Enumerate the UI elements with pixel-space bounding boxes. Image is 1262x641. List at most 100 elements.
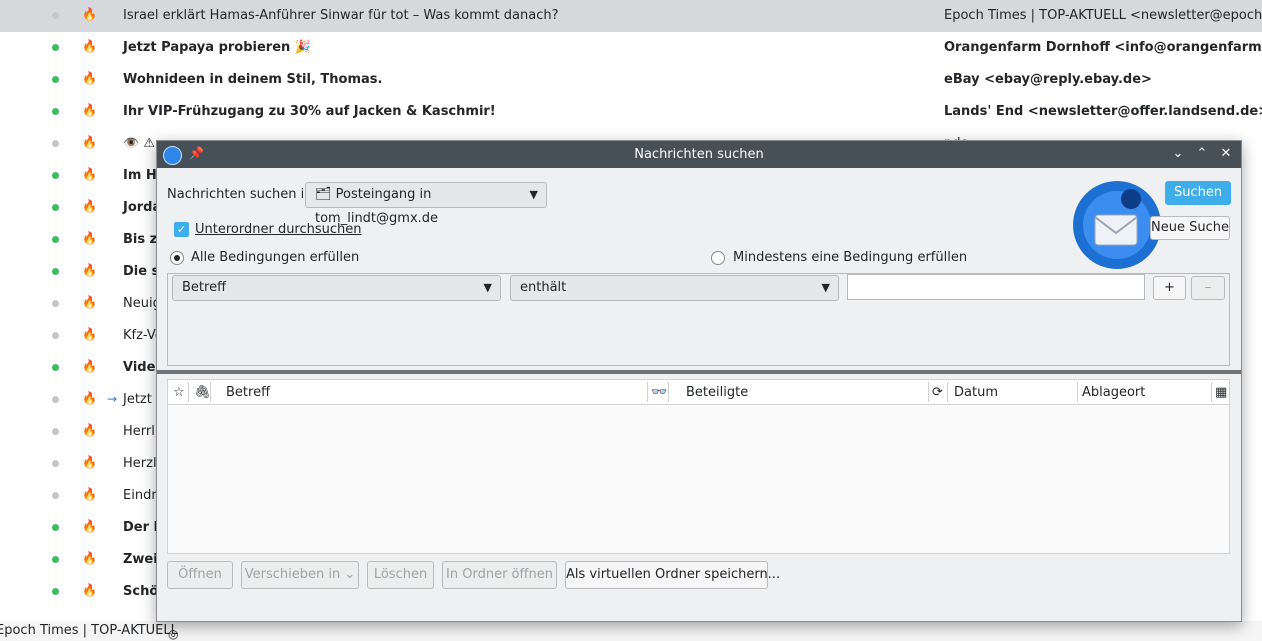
match-any-label[interactable]: Mindestens eine Bedingung erfüllen — [733, 250, 967, 265]
junk-icon[interactable]: 🔥 — [82, 7, 97, 23]
message-subject: Schö — [123, 584, 159, 599]
column-location[interactable]: Ablageort — [1082, 385, 1145, 400]
message-row[interactable]: 🔥 Wohnideen in deinem Stil, Thomas. eBay <… — [0, 64, 1262, 96]
message-sender: Lands' End <newsletter@offer.landsend.de… — [944, 104, 1262, 119]
junk-icon[interactable]: 🔥 — [82, 423, 97, 439]
read-status-dot[interactable] — [52, 460, 59, 467]
junk-icon[interactable]: 🔥 — [82, 135, 97, 151]
column-separator — [188, 382, 189, 402]
search-in-select[interactable]: 🗂 Posteingang in tom_lindt@gmx.de ▼ — [305, 182, 547, 226]
new-search-button[interactable]: Neue Suche — [1150, 216, 1230, 240]
message-subject: Im H — [123, 168, 157, 183]
read-status-dot[interactable] — [52, 44, 59, 51]
remove-condition-button[interactable]: – — [1191, 276, 1225, 300]
junk-icon[interactable]: 🔥 — [82, 39, 97, 55]
junk-icon[interactable]: 🔥 — [82, 295, 97, 311]
condition-value-input[interactable] — [847, 274, 1145, 300]
read-status-dot[interactable] — [52, 492, 59, 499]
read-status-dot[interactable] — [52, 204, 59, 211]
move-to-button[interactable]: Verschieben in ⌄ — [241, 561, 359, 589]
junk-icon[interactable]: 🔥 — [82, 327, 97, 343]
column-separator — [647, 382, 648, 402]
message-subject: Eindr — [123, 488, 157, 503]
condition-operator-select[interactable]: enthält ▼ — [510, 275, 839, 301]
junk-icon[interactable]: 🔥 — [82, 263, 97, 279]
chevron-down-icon: ▼ — [483, 281, 492, 294]
status-bar: Epoch Times | TOP-AKTUELL ◎ — [0, 621, 1262, 641]
read-status-dot[interactable] — [52, 364, 59, 371]
read-status-dot[interactable] — [52, 236, 59, 243]
message-subject: Die s — [123, 264, 160, 279]
read-status-dot[interactable] — [52, 108, 59, 115]
read-status-dot[interactable] — [52, 172, 59, 179]
junk-icon[interactable]: 🔥 — [82, 103, 97, 119]
read-status-dot[interactable] — [52, 268, 59, 275]
junk-icon[interactable]: 🔥 — [82, 231, 97, 247]
close-icon[interactable]: ✕ — [1216, 144, 1236, 164]
condition-operator-value: enthält — [520, 280, 567, 295]
junk-icon[interactable]: 🔥 — [82, 519, 97, 535]
junk-icon[interactable]: 🔥 — [82, 391, 97, 407]
read-status-icon[interactable]: 👓 — [651, 385, 667, 400]
results-table[interactable]: ☆ 🖇 Betreff 👓 Beteiligte ⟳ Datum Ablageo… — [167, 379, 1230, 554]
read-status-dot[interactable] — [52, 396, 59, 403]
column-picker-icon[interactable]: ▦ — [1215, 385, 1227, 400]
subfolders-label[interactable]: Unterordner durchsuchen — [195, 222, 362, 237]
subfolders-checkbox[interactable]: ✓ — [174, 222, 189, 237]
message-subject: Herrl — [123, 424, 155, 439]
save-virtual-folder-button[interactable]: Als virtuellen Ordner speichern... — [565, 561, 780, 589]
junk-icon[interactable]: 🔥 — [82, 487, 97, 503]
column-subject[interactable]: Betreff — [226, 385, 270, 400]
junk-icon[interactable]: 🔥 — [82, 551, 97, 567]
condition-field-value: Betreff — [182, 280, 227, 295]
status-icon: ◎ — [168, 627, 179, 641]
delete-button[interactable]: Löschen — [367, 561, 434, 589]
read-status-dot[interactable] — [52, 524, 59, 531]
junk-icon[interactable]: 🔥 — [82, 167, 97, 183]
attachment-icon[interactable]: 🖇 — [194, 385, 211, 400]
results-header: ☆ 🖇 Betreff 👓 Beteiligte ⟳ Datum Ablageo… — [168, 380, 1229, 405]
message-subject: Ihr VIP-Frühzugang zu 30% auf Jacken & K… — [123, 104, 496, 119]
message-subject: Herzl — [123, 456, 157, 471]
dialog-title: Nachrichten suchen — [634, 147, 764, 162]
chevron-down-icon: ▼ — [821, 281, 830, 294]
junk-icon[interactable]: 🔥 — [82, 455, 97, 471]
read-status-dot[interactable] — [52, 556, 59, 563]
minimize-icon[interactable]: ⌄ — [1168, 144, 1188, 164]
junk-icon[interactable]: 🔥 — [82, 583, 97, 599]
read-status-dot[interactable] — [52, 332, 59, 339]
search-button[interactable]: Suchen — [1165, 181, 1231, 205]
message-row[interactable]: 🔥 Ihr VIP-Frühzugang zu 30% auf Jacken & … — [0, 96, 1262, 128]
read-status-dot[interactable] — [52, 140, 59, 147]
condition-field-select[interactable]: Betreff ▼ — [172, 275, 501, 301]
message-row[interactable]: 🔥 Israel erklärt Hamas-Anführer Sinwar fü… — [0, 0, 1262, 32]
read-status-dot[interactable] — [52, 76, 59, 83]
read-status-dot[interactable] — [52, 428, 59, 435]
junk-icon[interactable]: 🔥 — [82, 359, 97, 375]
message-sender: Epoch Times | TOP-AKTUELL <newsletter@ep… — [944, 8, 1262, 23]
read-status-dot[interactable] — [52, 588, 59, 595]
message-row[interactable]: 🔥 Jetzt Papaya probieren 🎉 Orangenfarm Dor… — [0, 32, 1262, 64]
add-condition-button[interactable]: + — [1153, 276, 1186, 300]
match-all-radio[interactable] — [170, 251, 184, 265]
junk-icon[interactable]: 🔥 — [82, 199, 97, 215]
message-sender: Orangenfarm Dornhoff <info@orangenfarm.a… — [944, 40, 1262, 55]
column-date[interactable]: Datum — [954, 385, 998, 400]
match-any-radio[interactable] — [711, 251, 725, 265]
chevron-down-icon: ▼ — [529, 188, 538, 201]
thread-icon[interactable]: ⟳ — [932, 385, 943, 400]
splitter[interactable] — [157, 370, 1241, 374]
column-correspondents[interactable]: Beteiligte — [686, 385, 748, 400]
maximize-icon[interactable]: ⌃ — [1192, 144, 1212, 164]
junk-icon[interactable]: 🔥 — [82, 71, 97, 87]
move-to-label: Verschieben in — [244, 567, 341, 582]
read-status-dot[interactable] — [52, 12, 59, 19]
column-separator — [928, 382, 929, 402]
column-separator — [210, 382, 211, 402]
open-in-folder-button[interactable]: In Ordner öffnen — [442, 561, 557, 589]
star-icon[interactable]: ☆ — [173, 385, 185, 400]
open-button[interactable]: Öffnen — [167, 561, 233, 589]
column-separator — [668, 382, 669, 402]
match-all-label[interactable]: Alle Bedingungen erfüllen — [191, 250, 359, 265]
read-status-dot[interactable] — [52, 300, 59, 307]
